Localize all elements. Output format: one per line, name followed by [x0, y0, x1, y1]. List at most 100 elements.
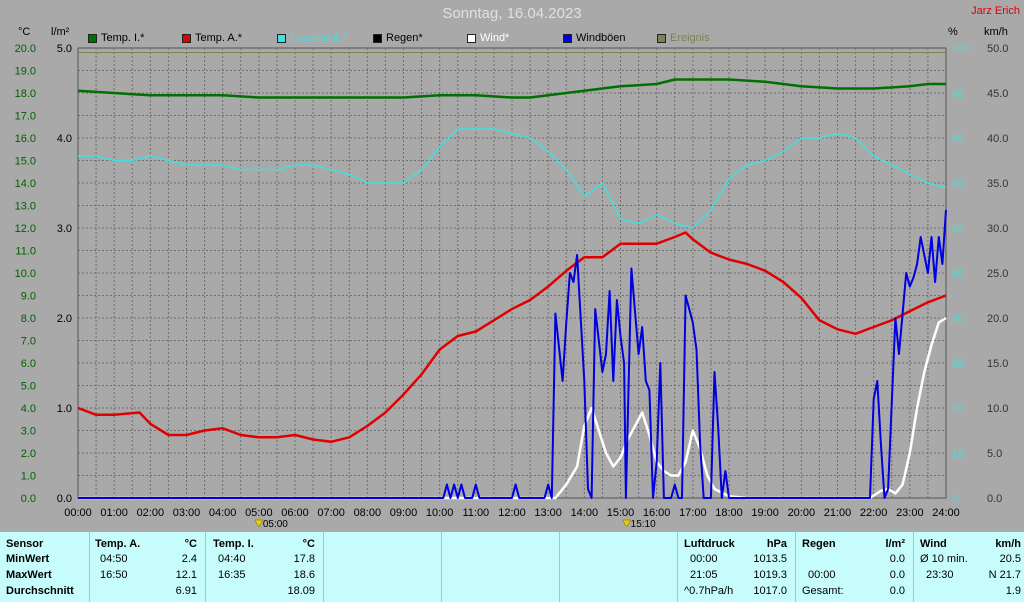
legend-swatch [373, 33, 382, 43]
temp-tick-label: 14.0 [15, 178, 36, 190]
rain-tick-label: 5.0 [57, 43, 72, 55]
wind-r2-time: 23:30 [926, 569, 954, 581]
stats-col-empty-1 [324, 532, 442, 602]
legend-swatch [277, 33, 286, 43]
wind-r1: 20.5 [999, 553, 1021, 565]
temp-tick-label: 12.0 [15, 223, 36, 235]
humidity-tick-label: 30 [952, 358, 964, 370]
legend-label: Ereignis [670, 32, 710, 44]
temp-tick-label: 18.0 [15, 88, 36, 100]
stats-header-sensor: Sensor [6, 538, 44, 550]
x-tick-label: 22:00 [860, 507, 888, 519]
legend-item: Temp. A.* [182, 31, 242, 45]
humidity-tick-label: 50 [952, 268, 964, 280]
legend-item: Windböen [563, 31, 626, 45]
wind-tick-label: 0.0 [987, 493, 1002, 505]
temp-i-max: 18.6 [293, 569, 315, 581]
temp-i-header: Temp. I. [213, 538, 254, 550]
temp-tick-label: 7.0 [21, 336, 36, 348]
x-tick-label: 01:00 [100, 507, 128, 519]
temp-tick-label: 5.0 [21, 381, 36, 393]
wind-tick-label: 40.0 [987, 133, 1008, 145]
x-tick-label: 10:00 [426, 507, 454, 519]
temp-i-min: 17.8 [293, 553, 315, 565]
legend-item: Ereignis [657, 31, 710, 45]
rain-r1: 0.0 [889, 553, 905, 565]
temp-tick-label: 13.0 [15, 201, 36, 213]
temp-tick-label: 3.0 [21, 426, 36, 438]
stats-col-empty-2 [442, 532, 560, 602]
wind-tick-label: 30.0 [987, 223, 1008, 235]
temp-tick-label: 0.0 [21, 493, 36, 505]
x-tick-label: 24:00 [932, 507, 960, 519]
x-tick-label: 03:00 [173, 507, 201, 519]
temp-i-min-time: 04:40 [218, 553, 246, 565]
legend-label: Regen* [386, 32, 423, 44]
legend-swatch [88, 33, 97, 43]
wind-header: Wind [920, 538, 947, 550]
legend-swatch [563, 33, 572, 43]
temp-tick-label: 10.0 [15, 268, 36, 280]
wind-tick-label: 25.0 [987, 268, 1008, 280]
x-tick-label: 06:00 [281, 507, 309, 519]
event-marker-label: 15:10 [631, 519, 656, 530]
temp-tick-label: 17.0 [15, 111, 36, 123]
legend-label: Temp. A.* [195, 32, 243, 44]
chart-title: Sonntag, 16.04.2023 [442, 5, 582, 22]
stats-row-avg: Durchschnitt [6, 585, 74, 597]
temp-a-max: 12.1 [175, 569, 197, 581]
chart-canvas: 00:00 01:00 02:00 03:00 04:00 05:00 06:00 07:00… [15, 43, 1009, 530]
pressure-unit: hPa [766, 538, 787, 550]
legend-item: Feuchte A.* [277, 31, 347, 45]
temp-i-max-time: 16:35 [218, 569, 246, 581]
stats-col-empty-3 [560, 532, 678, 602]
pressure-trend-label: ^0.7hPa/h [684, 585, 734, 597]
temp-tick-label: 4.0 [21, 403, 36, 415]
temp-a-min-time: 04:50 [100, 553, 128, 565]
pressure-r2: 1019.3 [753, 569, 787, 581]
humidity-axis-unit: % [948, 26, 958, 38]
rain-r3: 0.0 [889, 585, 905, 597]
wind-r2: N 21.7 [988, 569, 1021, 581]
legend-swatch [182, 33, 191, 43]
temp-tick-label: 19.0 [15, 66, 36, 78]
wind-axis-unit: km/h [984, 26, 1008, 38]
temp-tick-label: 16.0 [15, 133, 36, 145]
temp-tick-label: 8.0 [21, 313, 36, 325]
wind-tick-label: 10.0 [987, 403, 1008, 415]
legend-label: Wind* [480, 32, 510, 44]
temp-axis-unit: °C [18, 26, 31, 38]
temp-tick-label: 9.0 [21, 291, 36, 303]
rain-unit: l/m² [885, 538, 905, 550]
wind-r3: 1.9 [1005, 585, 1021, 597]
x-tick-label: 13:00 [534, 507, 562, 519]
temp-tick-label: 6.0 [21, 358, 36, 370]
legend-swatch [657, 33, 666, 43]
rain-tick-label: 1.0 [57, 403, 72, 415]
pressure-header: Luftdruck [684, 538, 735, 550]
x-tick-label: 23:00 [896, 507, 924, 519]
pressure-r3: 1017.0 [753, 585, 787, 597]
author-label: Jarz Erich [971, 5, 1020, 17]
humidity-tick-label: 70 [952, 178, 964, 190]
wind-avg10-label: Ø 10 min. [920, 553, 968, 565]
event-marker-icon [622, 519, 632, 528]
pressure-r1: 1013.5 [753, 553, 787, 565]
temp-i-avg: 18.09 [287, 585, 315, 597]
wind-tick-label: 50.0 [987, 43, 1008, 55]
stats-col-pressure: Luftdruck hPa 00:00 1013.5 21:05 1019.3 ^0.… [678, 532, 796, 602]
pressure-r1-time: 00:00 [690, 553, 718, 565]
x-tick-label: 04:00 [209, 507, 237, 519]
temp-tick-label: 1.0 [21, 471, 36, 483]
temp-a-avg: 6.91 [175, 585, 197, 597]
x-tick-label: 11:00 [462, 507, 489, 519]
x-tick-label: 08:00 [354, 507, 382, 519]
legend-label: Temp. I.* [101, 32, 145, 44]
x-tick-label: 12:00 [498, 507, 526, 519]
temp-a-min: 2.4 [181, 553, 197, 565]
rain-tick-label: 3.0 [57, 223, 72, 235]
x-tick-label: 21:00 [824, 507, 852, 519]
humidity-tick-label: 20 [952, 403, 964, 415]
humidity-tick-label: 100 [952, 43, 970, 55]
legend-label: Windböen [576, 32, 626, 44]
